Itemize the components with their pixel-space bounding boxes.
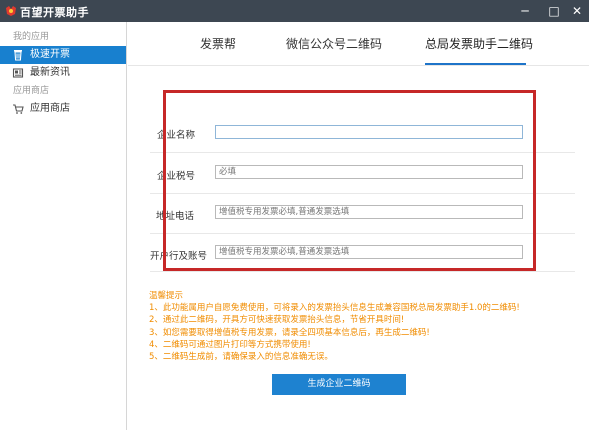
sidebar: 我的应用 极速开票 最新资讯 应用商店 应用商店 bbox=[0, 22, 127, 430]
tab-tax-bureau-qrcode[interactable]: 总局发票助手二维码 bbox=[425, 35, 533, 52]
tab-bar: 发票帮 微信公众号二维码 总局发票助手二维码 bbox=[128, 22, 589, 66]
highlight-box bbox=[163, 90, 536, 271]
tip-line: 2、通过此二维码，开具方可快速获取发票抬头信息，节省开具时间! bbox=[149, 315, 405, 326]
tips-title: 温馨提示 bbox=[149, 291, 184, 301]
sidebar-item-latest-news[interactable]: 最新资讯 bbox=[0, 64, 126, 82]
sidebar-item-app-store[interactable]: 应用商店 bbox=[0, 100, 126, 118]
sidebar-item-label: 极速开票 bbox=[30, 49, 70, 60]
tip-line: 3、如您需要取得增值税专用发票，请录全四项基本信息后，再生成二维码! bbox=[149, 327, 430, 338]
sidebar-item-fast-invoice[interactable]: 极速开票 bbox=[0, 46, 126, 64]
active-tab-indicator bbox=[425, 63, 526, 65]
tip-line: 5、二维码生成前，请确保录入的信息准确无误。 bbox=[149, 352, 333, 363]
app-title: 百望开票助手 bbox=[20, 6, 89, 19]
maximize-button[interactable]: □ bbox=[545, 2, 563, 20]
minimize-button[interactable]: ─ bbox=[516, 2, 534, 20]
tip-line: 1、此功能属用户自愿免费使用，可将录入的发票抬头信息生成兼容国税总局发票助手1.… bbox=[149, 303, 520, 314]
sidebar-item-label: 应用商店 bbox=[30, 103, 70, 114]
tips-panel: 温馨提示 1、此功能属用户自愿免费使用，可将录入的发票抬头信息生成兼容国税总局发… bbox=[149, 290, 549, 363]
news-icon bbox=[12, 68, 24, 78]
tab-wechat-qrcode[interactable]: 微信公众号二维码 bbox=[286, 35, 382, 52]
close-button[interactable]: ✕ bbox=[568, 2, 586, 20]
sidebar-group-my-apps: 我的应用 bbox=[13, 32, 50, 42]
sidebar-item-label: 最新资讯 bbox=[30, 67, 70, 78]
sidebar-group-app-store: 应用商店 bbox=[13, 86, 50, 96]
app-logo-icon bbox=[6, 6, 16, 16]
generate-qrcode-button[interactable]: 生成企业二维码 bbox=[272, 374, 406, 395]
tip-line: 4、二维码可通过图片打印等方式携带使用! bbox=[149, 339, 311, 350]
tab-invoice-help[interactable]: 发票帮 bbox=[200, 35, 236, 52]
cart-icon bbox=[13, 104, 24, 114]
trash-invoice-icon bbox=[14, 50, 22, 61]
title-bar: 百望开票助手 ─ □ ✕ bbox=[0, 0, 589, 22]
form-divider bbox=[150, 271, 575, 272]
